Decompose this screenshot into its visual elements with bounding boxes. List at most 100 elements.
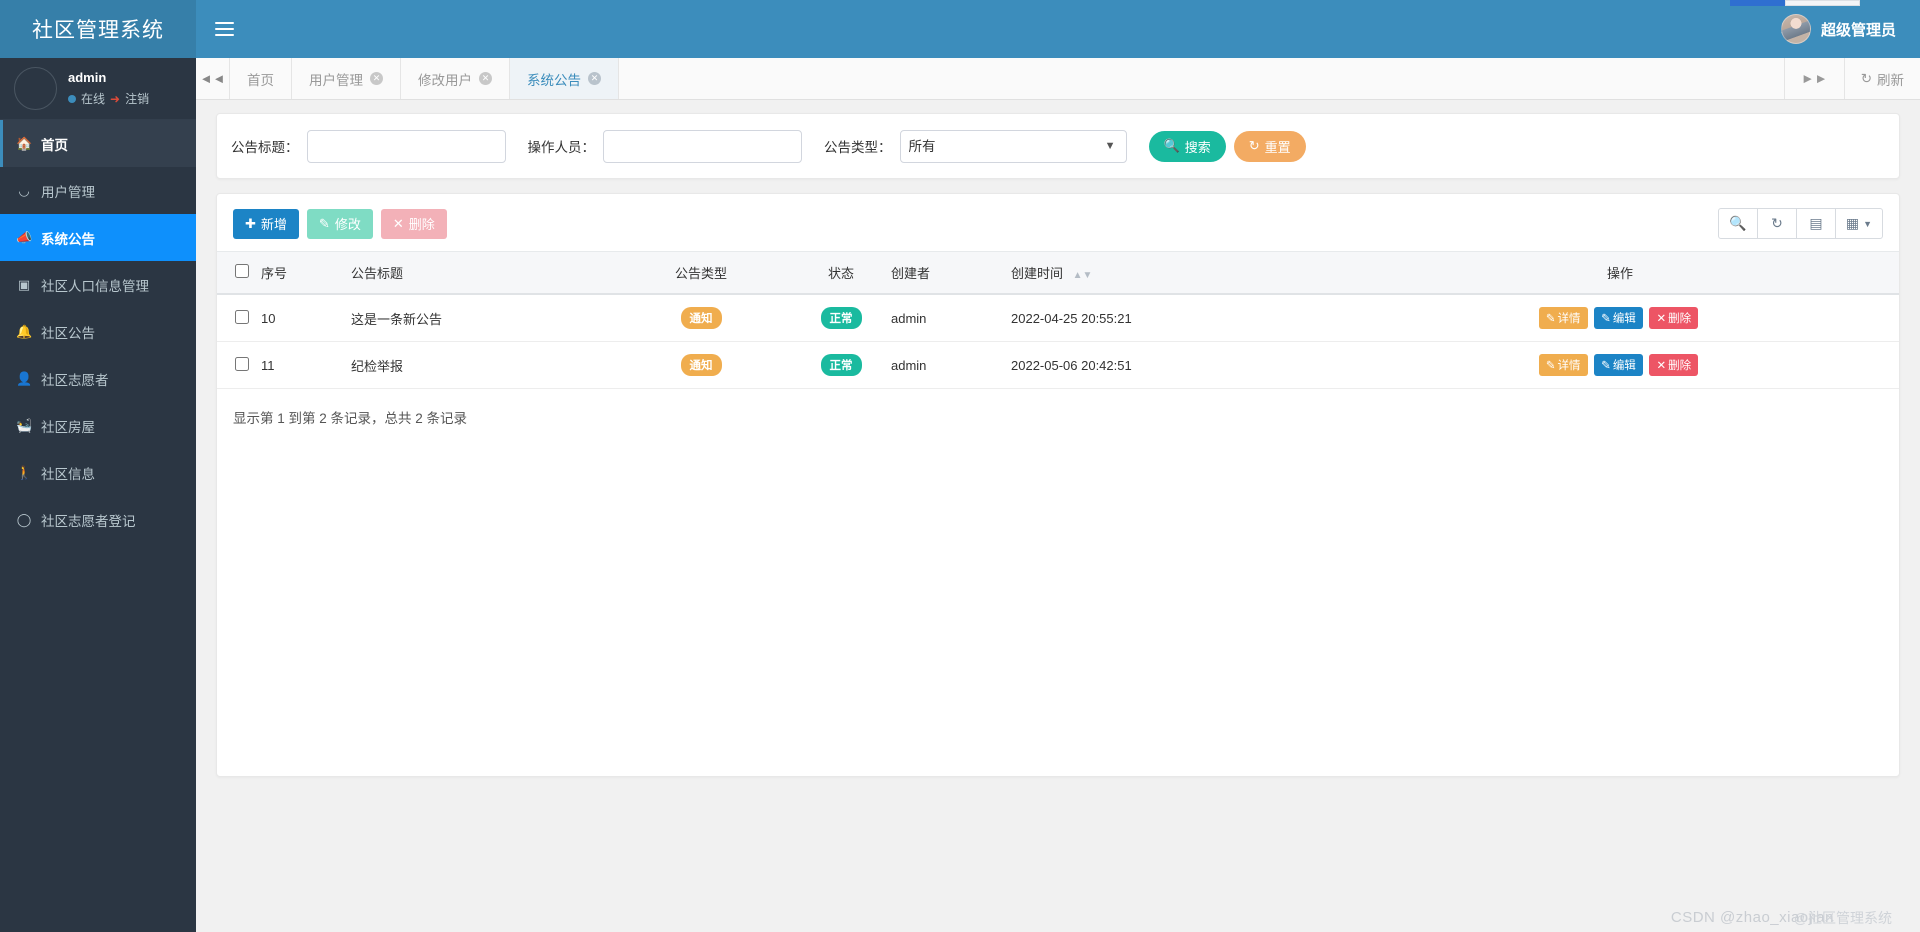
column-header-title[interactable]: 公告标题 xyxy=(351,251,611,295)
search-button[interactable]: 🔍 搜索 xyxy=(1148,130,1226,162)
sidebar-item-population-info[interactable]: ▣ 社区人口信息管理 xyxy=(0,261,196,308)
sidebar-item-volunteer-registration[interactable]: ◯ 社区志愿者登记 xyxy=(0,496,196,543)
filter-group-type: 公告类型： 所有 ▼ xyxy=(824,129,1127,163)
row-checkbox[interactable] xyxy=(235,309,249,324)
table-row[interactable]: 10 这是一条新公告 通知 正常 admin 2022-04-25 20:55:… xyxy=(217,294,1899,342)
filter-group-operator: 操作人员： xyxy=(527,129,802,163)
column-header-created-at-label: 创建时间 xyxy=(1011,266,1064,281)
refresh-icon: ↻ xyxy=(1860,70,1872,86)
sidebar-item-community-announcement[interactable]: 🔔 社区公告 xyxy=(0,308,196,355)
sidebar-item-community-info[interactable]: 🚶 社区信息 xyxy=(0,449,196,496)
announcement-title-label: 公告标题： xyxy=(231,140,299,155)
tab-label: 修改用户 xyxy=(418,72,472,88)
cell-state: 正常 xyxy=(791,341,891,389)
times-icon: ✕ xyxy=(1656,313,1667,325)
online-status-dot-icon xyxy=(68,95,76,104)
row-delete-button[interactable]: ✕ 删除 xyxy=(1649,354,1699,376)
add-button[interactable]: ✚ 新增 xyxy=(233,208,299,239)
columns-grid-icon: ▦ xyxy=(1845,215,1860,231)
user-icon: ◡ xyxy=(18,182,30,198)
pencil-square-icon: ✎ xyxy=(1601,313,1611,325)
row-edit-button[interactable]: ✎ 编辑 xyxy=(1594,307,1643,329)
sidebar-item-volunteers[interactable]: 👤 社区志愿者 xyxy=(0,355,196,402)
row-delete-button[interactable]: ✕ 删除 xyxy=(1649,307,1699,329)
operator-label: 操作人员： xyxy=(527,140,596,155)
row-detail-button[interactable]: ✎ 详情 xyxy=(1538,354,1588,376)
delete-button-label: 删除 xyxy=(408,217,435,232)
tab-scroll-right-button[interactable]: ►► xyxy=(1783,58,1844,99)
tab-refresh-button[interactable]: ↻ 刷新 xyxy=(1843,58,1920,99)
sidebar-item-system-announcement[interactable]: 📣 系统公告 xyxy=(0,214,196,261)
table-search-toggle-button[interactable]: 🔍 xyxy=(1718,208,1758,239)
sidebar-item-label: 社区志愿者 xyxy=(41,372,109,388)
sidebar-nav: 🏠 首页 ◡ 用户管理 📣 系统公告 ▣ 社区人口信息管理 🔔 社区公告 👤 社… xyxy=(0,120,196,543)
row-select-cell xyxy=(217,294,261,342)
list-view-icon: ▤ xyxy=(1809,215,1823,231)
row-delete-label: 删除 xyxy=(1668,360,1692,372)
close-icon[interactable]: ✕ xyxy=(479,72,492,85)
announcement-type-select[interactable]: 所有 xyxy=(899,129,1127,163)
sidebar-toggle-button[interactable] xyxy=(196,0,252,58)
tab-home[interactable]: 首页 xyxy=(230,58,292,99)
announcement-table: 序号 公告标题 公告类型 状态 创建者 创建时间 ▲▼ 操作 10 这是一条新公… xyxy=(217,251,1899,389)
delete-button[interactable]: ✕ 删除 xyxy=(380,208,447,239)
tab-label: 首页 xyxy=(247,72,274,88)
cell-created-at: 2022-04-25 20:55:21 xyxy=(1011,294,1341,342)
select-all-checkbox[interactable] xyxy=(235,264,249,278)
column-header-creator[interactable]: 创建者 xyxy=(891,251,1011,295)
status-badge: 正常 xyxy=(820,354,862,376)
plus-icon: ✚ xyxy=(245,215,256,231)
tab-edit-user[interactable]: 修改用户 ✕ xyxy=(401,58,510,99)
cell-title: 这是一条新公告 xyxy=(351,294,611,342)
sidebar-item-user-management[interactable]: ◡ 用户管理 xyxy=(0,167,196,214)
logout-icon[interactable]: ➜ xyxy=(110,91,120,108)
close-icon[interactable]: ✕ xyxy=(370,72,383,85)
header-user-area[interactable]: 超级管理员 xyxy=(1780,14,1920,44)
times-icon: ✕ xyxy=(392,215,404,231)
online-status-label: 在线 xyxy=(81,91,106,106)
table-header-row: 序号 公告标题 公告类型 状态 创建者 创建时间 ▲▼ 操作 xyxy=(217,251,1899,295)
close-icon[interactable]: ✕ xyxy=(588,72,601,85)
sidebar-item-label: 系统公告 xyxy=(41,231,95,247)
tabstrip: ◄◄ 首页 用户管理 ✕ 修改用户 ✕ 系统公告 ✕ ►► ↻ 刷新 xyxy=(196,58,1920,100)
bath-icon: 🛀 xyxy=(16,417,33,433)
column-header-seq[interactable]: 序号 xyxy=(261,251,351,295)
table-refresh-button[interactable]: ↻ xyxy=(1757,208,1797,239)
row-checkbox[interactable] xyxy=(235,356,249,371)
type-badge: 通知 xyxy=(680,354,722,376)
reset-button[interactable]: ↻ 重置 xyxy=(1233,130,1306,162)
table-body: 10 这是一条新公告 通知 正常 admin 2022-04-25 20:55:… xyxy=(217,294,1899,389)
sort-updown-icon[interactable]: ▲▼ xyxy=(1073,270,1093,281)
column-header-state[interactable]: 状态 xyxy=(791,251,891,295)
home-icon: 🏠 xyxy=(16,135,33,151)
cell-created-at: 2022-05-06 20:42:51 xyxy=(1011,341,1341,389)
announcement-title-input[interactable] xyxy=(306,129,506,163)
tab-system-announcement[interactable]: 系统公告 ✕ xyxy=(510,58,619,99)
cell-seq: 10 xyxy=(261,294,351,342)
edit-button[interactable]: ✎ 修改 xyxy=(306,208,373,239)
sidebar-username: admin xyxy=(68,69,107,85)
tab-user-management[interactable]: 用户管理 ✕ xyxy=(292,58,401,99)
refresh-label: 刷新 xyxy=(1877,72,1904,88)
row-detail-button[interactable]: ✎ 详情 xyxy=(1538,307,1588,329)
table-view-toggle-button[interactable]: ▤ xyxy=(1796,208,1836,239)
row-select-cell xyxy=(217,341,261,389)
row-detail-label: 详情 xyxy=(1557,360,1581,372)
table-row[interactable]: 11 纪检举报 通知 正常 admin 2022-05-06 20:42:51 … xyxy=(217,341,1899,389)
operator-input[interactable] xyxy=(603,129,802,163)
user-solid-icon: 👤 xyxy=(16,370,33,386)
bullhorn-icon: 📣 xyxy=(16,229,33,245)
filter-actions: 🔍 搜索 ↻ 重置 xyxy=(1148,130,1306,162)
tab-scroll-left-button[interactable]: ◄◄ xyxy=(196,58,230,99)
edit-button-label: 修改 xyxy=(334,217,361,232)
row-edit-label: 编辑 xyxy=(1612,313,1636,325)
search-icon: 🔍 xyxy=(1729,215,1747,231)
avatar xyxy=(1780,14,1811,44)
column-header-created-at[interactable]: 创建时间 ▲▼ xyxy=(1011,251,1341,295)
logout-label[interactable]: 注销 xyxy=(125,91,149,108)
sidebar-item-home[interactable]: 🏠 首页 xyxy=(0,120,196,167)
table-columns-button[interactable]: ▦ ▼ xyxy=(1835,208,1883,239)
sidebar-item-housing[interactable]: 🛀 社区房屋 xyxy=(0,402,196,449)
column-header-type[interactable]: 公告类型 xyxy=(611,251,791,295)
row-edit-button[interactable]: ✎ 编辑 xyxy=(1594,354,1643,376)
